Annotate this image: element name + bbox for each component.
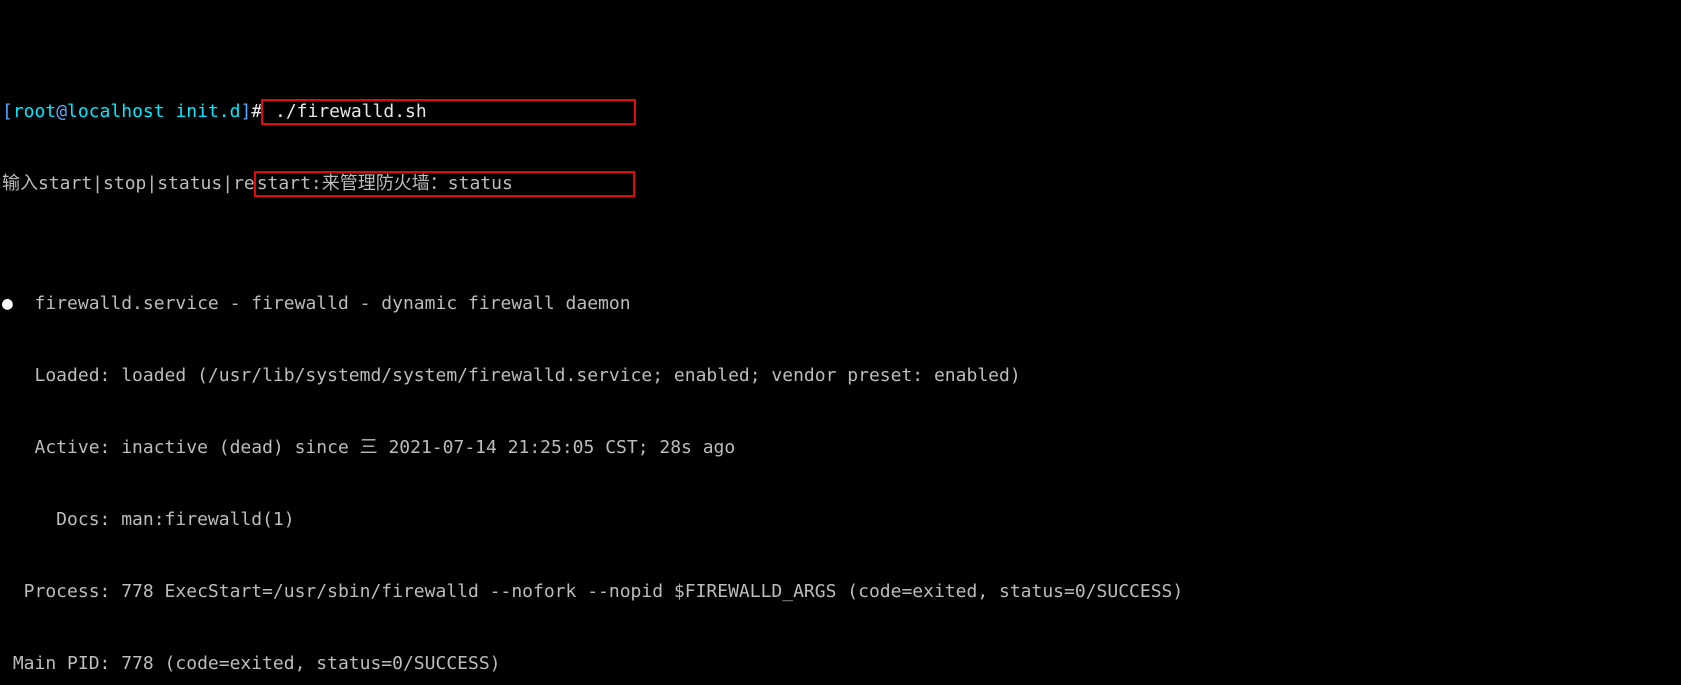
terminal-output[interactable]: [root@localhost init.d]# ./firewalld.sh …	[0, 0, 1681, 685]
input-line: 输入start|stop|status|restart:来管理防火墙：statu…	[2, 172, 1679, 196]
service-loaded: Loaded: loaded (/usr/lib/systemd/system/…	[2, 364, 1679, 388]
command-highlight: start:来管理防火墙：status	[255, 172, 634, 196]
prompt-line: [root@localhost init.d]# ./firewalld.sh	[2, 100, 1679, 124]
service-process: Process: 778 ExecStart=/usr/sbin/firewal…	[2, 580, 1679, 604]
command-highlight: ./firewalld.sh	[262, 100, 634, 124]
service-docs: Docs: man:firewalld(1)	[2, 508, 1679, 532]
service-header: ● firewalld.service - firewalld - dynami…	[2, 292, 1679, 316]
service-mainpid: Main PID: 778 (code=exited, status=0/SUC…	[2, 652, 1679, 676]
service-active: Active: inactive (dead) since 三 2021-07-…	[2, 436, 1679, 460]
command-text: ./firewalld.sh	[275, 101, 427, 122]
